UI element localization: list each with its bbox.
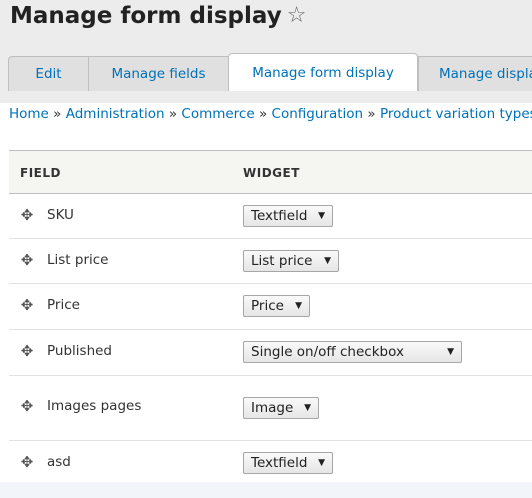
breadcrumb-separator: » [258, 106, 268, 122]
chevron-down-icon: ▼ [304, 403, 311, 413]
tab-manage-form-display[interactable]: Manage form display [228, 53, 418, 91]
column-header-field: FIELD [20, 166, 61, 180]
field-label: List price [47, 252, 109, 268]
chevron-down-icon: ▼ [324, 256, 331, 266]
column-header-widget: WIDGET [243, 166, 300, 180]
breadcrumb-home[interactable]: Home [9, 106, 49, 122]
breadcrumb-separator: » [367, 106, 376, 122]
drag-handle-icon[interactable]: ✥ [19, 207, 35, 223]
breadcrumb: Home » Administration » Commerce » Confi… [9, 106, 532, 122]
widget-select-value: Image [251, 400, 294, 416]
field-label: Price [47, 297, 80, 313]
widget-select[interactable]: Image ▼ [243, 397, 319, 419]
chevron-down-icon: ▼ [447, 347, 454, 357]
breadcrumb-administration[interactable]: Administration [66, 106, 165, 122]
primary-tabs: Edit Manage fields Manage form display M… [8, 53, 532, 91]
table-row: ✥ List price List price ▼ [9, 239, 532, 284]
table-row: ✥ asd Textfield ▼ [9, 441, 532, 487]
field-label: Images pages [47, 398, 142, 414]
widget-select-value: List price [251, 253, 313, 269]
widget-select[interactable]: Price ▼ [243, 295, 310, 317]
star-icon[interactable]: ☆ [287, 5, 307, 27]
drag-handle-icon[interactable]: ✥ [19, 297, 35, 313]
breadcrumb-product-variation-types[interactable]: Product variation types [380, 106, 532, 122]
table-row: ✥ SKU Textfield ▼ [9, 194, 532, 239]
tab-manage-fields[interactable]: Manage fields [88, 56, 228, 91]
page-title-text: Manage form display [10, 3, 282, 29]
chevron-down-icon: ▼ [318, 458, 325, 468]
widget-select[interactable]: Textfield ▼ [243, 452, 333, 474]
drag-handle-icon[interactable]: ✥ [19, 454, 35, 470]
widget-select[interactable]: Single on/off checkbox ▼ [243, 341, 462, 363]
widget-select-value: Price [251, 298, 284, 314]
breadcrumb-configuration[interactable]: Configuration [272, 106, 364, 122]
tab-edit[interactable]: Edit [8, 56, 88, 91]
table-row: ✥ Published Single on/off checkbox ▼ [9, 330, 532, 376]
field-label: Published [47, 343, 112, 359]
widget-select-value: Textfield [251, 208, 308, 224]
field-display-table: FIELD WIDGET ✥ SKU Textfield ▼ ✥ List pr… [9, 150, 532, 487]
chevron-down-icon: ▼ [318, 211, 325, 221]
page-title: Manage form display ☆ [10, 3, 306, 29]
tab-manage-display[interactable]: Manage displa [418, 56, 532, 91]
chevron-down-icon: ▼ [295, 301, 302, 311]
widget-select[interactable]: Textfield ▼ [243, 205, 333, 227]
table-section-footer [0, 482, 532, 498]
drag-handle-icon[interactable]: ✥ [19, 252, 35, 268]
widget-select[interactable]: List price ▼ [243, 250, 339, 272]
page-header: Manage form display ☆ Edit Manage fields… [0, 0, 532, 103]
breadcrumb-separator: » [53, 106, 62, 122]
field-label: SKU [47, 207, 74, 223]
breadcrumb-commerce[interactable]: Commerce [181, 106, 254, 122]
table-header: FIELD WIDGET [9, 151, 532, 194]
drag-handle-icon[interactable]: ✥ [19, 343, 35, 359]
field-label: asd [47, 454, 71, 470]
breadcrumb-separator: » [168, 106, 178, 122]
widget-select-value: Textfield [251, 455, 308, 471]
table-row: ✥ Images pages Image ▼ [9, 376, 532, 441]
drag-handle-icon[interactable]: ✥ [19, 398, 35, 414]
widget-select-value: Single on/off checkbox [251, 344, 404, 360]
table-row: ✥ Price Price ▼ [9, 284, 532, 330]
